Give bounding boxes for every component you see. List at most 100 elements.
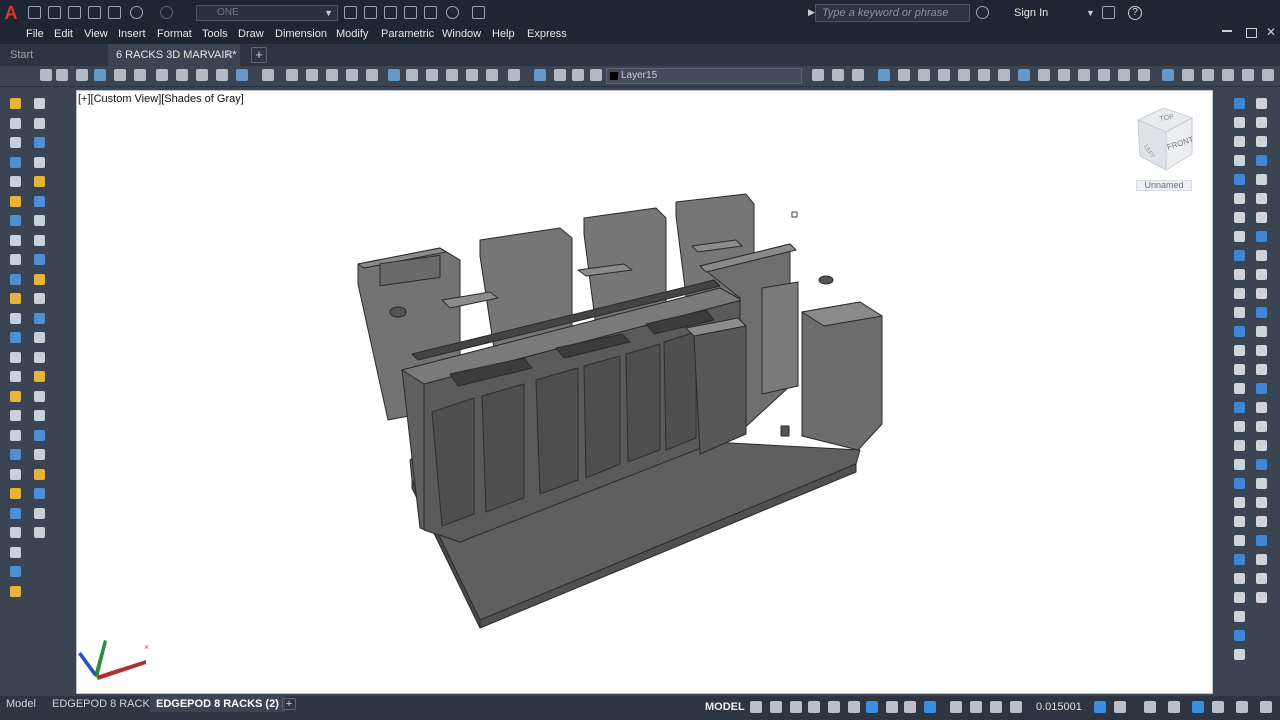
palette-tool-icon[interactable] xyxy=(10,566,21,577)
palette-tool-icon[interactable] xyxy=(10,527,21,538)
toolbar-tool-icon[interactable] xyxy=(1118,69,1130,81)
palette-tool-icon[interactable] xyxy=(10,429,21,441)
menu-express[interactable]: Express xyxy=(527,26,567,44)
palette-tool-icon[interactable] xyxy=(1234,421,1245,432)
toolbar-tool-icon[interactable] xyxy=(76,69,88,81)
new-tab-button[interactable]: + xyxy=(251,47,267,63)
toolbar-tool-icon[interactable] xyxy=(134,69,146,81)
undo-icon[interactable] xyxy=(130,6,143,19)
status-toggle-icon[interactable] xyxy=(904,701,916,713)
palette-tool-icon[interactable] xyxy=(34,254,45,265)
palette-tool-icon[interactable] xyxy=(1234,478,1245,489)
palette-tool-icon[interactable] xyxy=(34,312,45,324)
palette-tool-icon[interactable] xyxy=(1256,307,1267,318)
palette-tool-icon[interactable] xyxy=(1234,364,1245,375)
palette-tool-icon[interactable] xyxy=(1256,98,1267,109)
palette-tool-icon[interactable] xyxy=(1234,307,1245,318)
toolbar-tool-icon[interactable] xyxy=(572,69,584,81)
render-icon[interactable] xyxy=(446,6,459,19)
toolbar-tool-icon[interactable] xyxy=(1058,69,1070,81)
palette-tool-icon[interactable] xyxy=(10,254,21,265)
toolbar-tool-icon[interactable] xyxy=(486,69,498,81)
sheet-set-icon[interactable] xyxy=(404,6,417,19)
menu-format[interactable]: Format xyxy=(157,26,192,44)
palette-tool-icon[interactable] xyxy=(34,293,45,304)
menu-modify[interactable]: Modify xyxy=(336,26,368,44)
palette-tool-icon[interactable] xyxy=(1234,649,1245,660)
status-toggle-icon[interactable] xyxy=(1212,701,1224,713)
palette-tool-icon[interactable] xyxy=(34,137,45,148)
palette-tool-icon[interactable] xyxy=(1256,345,1267,356)
layout-tab-edgepod-8-2[interactable]: EDGEPOD 8 RACKS (2) xyxy=(150,696,285,712)
palette-tool-icon[interactable] xyxy=(1234,440,1245,451)
binoculars-icon[interactable] xyxy=(976,6,989,19)
open-icon[interactable] xyxy=(48,6,61,19)
match-props-icon[interactable] xyxy=(424,6,437,19)
palette-tool-icon[interactable] xyxy=(10,215,21,226)
palette-tool-icon[interactable] xyxy=(34,273,45,285)
toolbar-tool-icon[interactable] xyxy=(590,69,602,81)
palette-tool-icon[interactable] xyxy=(1256,573,1267,584)
status-toggle-icon[interactable] xyxy=(950,701,962,713)
status-toggle-icon[interactable] xyxy=(1114,701,1126,713)
status-toggle-icon[interactable] xyxy=(770,701,782,713)
toolbar-tool-icon[interactable] xyxy=(56,69,68,81)
palette-tool-icon[interactable] xyxy=(10,371,21,382)
add-layout-button[interactable]: + xyxy=(282,698,296,710)
palette-tool-icon[interactable] xyxy=(1256,516,1267,527)
palette-tool-icon[interactable] xyxy=(1256,478,1267,489)
status-toggle-icon[interactable] xyxy=(750,701,762,713)
palette-tool-icon[interactable] xyxy=(34,234,45,246)
plot-preview-icon[interactable] xyxy=(364,6,377,19)
toolbar-tool-icon[interactable] xyxy=(406,69,418,81)
status-toggle-icon[interactable] xyxy=(866,701,878,713)
palette-tool-icon[interactable] xyxy=(34,371,45,382)
palette-tool-icon[interactable] xyxy=(1234,326,1245,337)
palette-tool-icon[interactable] xyxy=(1234,231,1245,242)
palette-tool-icon[interactable] xyxy=(34,390,45,402)
palette-tool-icon[interactable] xyxy=(1234,459,1245,470)
toolbar-tool-icon[interactable] xyxy=(852,69,864,81)
palette-tool-icon[interactable] xyxy=(1234,592,1245,603)
palette-tool-icon[interactable] xyxy=(1234,117,1245,128)
toolbar-tool-icon[interactable] xyxy=(1138,69,1150,81)
toolbar-tool-icon[interactable] xyxy=(236,69,248,81)
palette-tool-icon[interactable] xyxy=(1234,345,1245,356)
palette-tool-icon[interactable] xyxy=(10,585,21,597)
palette-tool-icon[interactable] xyxy=(1256,326,1267,337)
toolbar-tool-icon[interactable] xyxy=(1018,69,1030,81)
toolbar-tool-icon[interactable] xyxy=(1222,69,1234,81)
status-toggle-icon[interactable] xyxy=(1168,701,1180,713)
palette-tool-icon[interactable] xyxy=(10,98,21,109)
palette-tool-icon[interactable] xyxy=(34,117,45,129)
toolbar-tool-icon[interactable] xyxy=(156,69,168,81)
palette-tool-icon[interactable] xyxy=(1256,136,1267,147)
toolbar-tool-icon[interactable] xyxy=(1162,69,1174,81)
toolbar-tool-icon[interactable] xyxy=(466,69,478,81)
palette-tool-icon[interactable] xyxy=(10,312,21,324)
toolbar-tool-icon[interactable] xyxy=(998,69,1010,81)
toolbar-tool-icon[interactable] xyxy=(1038,69,1050,81)
palette-tool-icon[interactable] xyxy=(10,137,21,148)
toolbar-tool-icon[interactable] xyxy=(1098,69,1110,81)
palette-tool-icon[interactable] xyxy=(34,410,45,421)
status-toggle-icon[interactable] xyxy=(1236,701,1248,713)
palette-tool-icon[interactable] xyxy=(1256,269,1267,280)
palette-tool-icon[interactable] xyxy=(1234,98,1245,109)
palette-tool-icon[interactable] xyxy=(10,273,21,285)
palette-tool-icon[interactable] xyxy=(1234,383,1245,394)
cart-icon[interactable] xyxy=(1102,6,1115,19)
tab-start[interactable]: Start xyxy=(0,44,108,66)
palette-tool-icon[interactable] xyxy=(1256,535,1267,546)
toolbar-tool-icon[interactable] xyxy=(1182,69,1194,81)
search-expand-icon[interactable]: ▶ xyxy=(808,7,815,18)
layout-tab-model[interactable]: Model xyxy=(0,696,42,712)
palette-tool-icon[interactable] xyxy=(1234,630,1245,641)
workspace-dropdown[interactable]: ONE ▼ xyxy=(196,5,338,21)
viewcube[interactable]: TOP FRONT LEFT xyxy=(1134,104,1196,174)
menu-tools[interactable]: Tools xyxy=(202,26,228,44)
save-as-icon[interactable] xyxy=(88,6,101,19)
menu-window[interactable]: Window xyxy=(442,26,481,44)
palette-tool-icon[interactable] xyxy=(34,527,45,538)
layer-states-icon[interactable] xyxy=(344,6,357,19)
